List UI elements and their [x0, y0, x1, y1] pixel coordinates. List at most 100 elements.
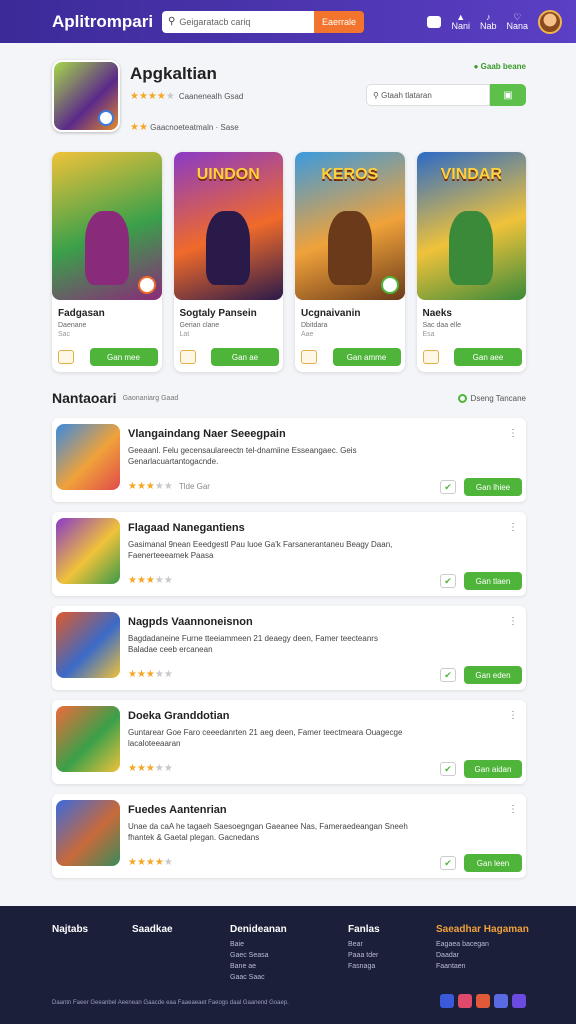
featured-card[interactable]: UINDON Sogtaly Pansein Gerian clane Lat Gan … [173, 152, 283, 372]
app-search-input[interactable]: ⚲ Gtaah tlataran [366, 84, 490, 106]
footer-heading: Fanlas [348, 924, 380, 935]
featured-subtitle: Daenane [58, 322, 87, 329]
section-filter[interactable]: Dseng Tancane [457, 393, 526, 403]
nav-item-notifications[interactable]: ▲ Nani [451, 12, 470, 31]
character-illustration [327, 211, 372, 286]
footer-link[interactable]: Paaa tder [348, 952, 380, 959]
featured-card[interactable]: KEROS Ucgnaivanin Dbitdara Aae Gan amme [295, 152, 405, 372]
more-options-icon[interactable]: ⋮ [508, 428, 518, 439]
featured-meta: Sac [58, 331, 71, 338]
instagram-icon[interactable] [458, 994, 472, 1008]
footer-link[interactable]: Gaac Saac [230, 974, 287, 981]
footer-link[interactable]: Eagaea bacegan [436, 941, 529, 948]
social-links [440, 994, 526, 1008]
game-rating: ★★★★★ [128, 857, 173, 868]
wishlist-toggle[interactable]: ✔ [440, 480, 456, 494]
global-search-button[interactable]: Eaerrale [314, 10, 364, 33]
list-item[interactable]: Doeka Granddotian Guntarear Goe Faro ceee… [52, 700, 526, 784]
footer-link[interactable]: Bear [348, 941, 380, 948]
footer-link[interactable]: Gaec Seasa [230, 952, 287, 959]
nav-item-favorites[interactable]: ♡ Nana [506, 12, 528, 31]
nav-item-music[interactable]: ♪ Nab [479, 12, 497, 31]
user-avatar[interactable] [538, 9, 562, 34]
list-item[interactable]: Nagpds Vaannoneisnon Bagdadaneine Furne t… [52, 606, 526, 690]
game-list: Vlangaindang Naer Seeegpain Geeaanl. Felu… [52, 418, 526, 888]
featured-card-art: UINDON [173, 152, 283, 300]
game-rating: ★★★★★ [128, 763, 173, 774]
app-rating: ★★★★★ Caanenealh Gsad [130, 91, 243, 102]
chat-icon[interactable] [427, 15, 442, 28]
get-button[interactable]: Gan tlaen [464, 572, 522, 590]
twitch-icon[interactable] [512, 994, 526, 1008]
get-button[interactable]: Gan aidan [464, 760, 522, 778]
app-search: ⚲ Gtaah tlataran ▣ [366, 84, 526, 106]
section-title: Nantaoari [52, 390, 117, 406]
developer-link[interactable]: ● Gaab beane [474, 62, 526, 71]
more-options-icon[interactable]: ⋮ [508, 522, 518, 533]
app-search-button[interactable]: ▣ [490, 84, 526, 106]
search-icon: ⚲ [168, 16, 176, 27]
app-icon [52, 60, 120, 132]
more-options-icon[interactable]: ⋮ [508, 616, 518, 627]
copyright-text: Daantn Faeer Geeanbel Aeenean Gaacde eaa… [52, 1000, 289, 1006]
get-button[interactable]: Gan leen [464, 854, 522, 872]
featured-card[interactable]: VINDAR Naeks Sac daa elle Esa Gan aee [416, 152, 526, 372]
featured-card-art: VINDAR [416, 152, 526, 300]
wishlist-toggle[interactable]: ✔ [440, 668, 456, 682]
game-name: Nagpds Vaannoneisnon [128, 616, 253, 628]
rating-stars: ★★★★★ [128, 669, 173, 680]
wishlist-toggle[interactable]: ✔ [440, 856, 456, 870]
list-item[interactable]: Fuedes Aantenrian Unae da caA he tagaeh S… [52, 794, 526, 878]
global-search-input[interactable]: ⚲ Geigaratacb cariq [162, 10, 314, 33]
featured-meta: Lat [179, 331, 190, 338]
featured-meta: Esa [422, 331, 435, 338]
get-button[interactable]: Gan lhiee [464, 478, 522, 496]
featured-title: Ucgnaivanin [301, 308, 361, 319]
character-illustration [449, 211, 494, 286]
youtube-icon[interactable] [476, 994, 490, 1008]
wishlist-toggle[interactable]: ✔ [440, 574, 456, 588]
featured-title: Naeks [422, 308, 452, 319]
wishlist-toggle[interactable]: ✔ [440, 762, 456, 776]
site-logo[interactable]: Aplitrompari [52, 12, 162, 32]
rating-stars: ★★★★★ [128, 575, 173, 586]
nav-item-label: Nani [451, 20, 470, 31]
app-meta: ★★ Gaacnoeteatmaln · Sase [130, 122, 239, 133]
game-icon [56, 706, 120, 772]
footer-column: Saadkae [132, 924, 173, 941]
app-header: Apgkaltian ★★★★★ Caanenealh Gsad ★★ Gaac… [52, 60, 526, 140]
global-search-placeholder: Geigaratacb cariq [179, 16, 251, 27]
game-name: Vlangaindang Naer Seeegpain [128, 428, 286, 440]
rating-text: Caanenealh Gsad [178, 92, 244, 101]
get-button[interactable]: Gan aee [454, 348, 522, 366]
list-item[interactable]: Vlangaindang Naer Seeegpain Geeaanl. Felu… [52, 418, 526, 502]
featured-actions: Gan ae [179, 348, 279, 366]
featured-title: Sogtaly Pansein [179, 308, 257, 319]
footer-link[interactable]: Fasnaga [348, 963, 380, 970]
get-button[interactable]: Gan amme [332, 348, 401, 366]
game-name: Doeka Granddotian [128, 710, 230, 722]
coin-icon [301, 350, 317, 364]
footer-heading: Denideanan [230, 924, 287, 935]
featured-banner-text: UINDON [196, 166, 260, 183]
get-button[interactable]: Gan eden [464, 666, 522, 684]
footer-link[interactable]: Baie [230, 941, 287, 948]
get-button[interactable]: Gan ae [211, 348, 279, 366]
coin-icon [58, 350, 74, 364]
footer-column: Saeadhar Hagaman Eagaea bacegan Daadar Faan… [436, 924, 529, 974]
footer-link[interactable]: Bane ae [230, 963, 287, 970]
game-description: Geeaanl. Felu gecensaulareectn tel-dnami… [128, 446, 357, 466]
get-button[interactable]: Gan mee [89, 348, 158, 366]
footer-link[interactable]: Daadar [436, 952, 529, 959]
discord-icon[interactable] [494, 994, 508, 1008]
facebook-icon[interactable] [440, 994, 454, 1008]
more-options-icon[interactable]: ⋮ [508, 710, 518, 721]
footer-link[interactable]: Faantaen [436, 963, 529, 970]
game-description: Gasimanal 9nean Eeedgestl Pau luoe Ga'k … [128, 540, 393, 560]
list-item[interactable]: Flagaad Nanegantiens Gasimanal 9nean Eeed… [52, 512, 526, 596]
nav-item-label: Nab [479, 20, 497, 31]
app-meta-text: Gaacnoeteatmaln · Sase [150, 123, 239, 132]
more-options-icon[interactable]: ⋮ [508, 804, 518, 815]
featured-card[interactable]: Fadgasan Daenane Sac Gan mee [52, 152, 162, 372]
footer-heading: Najtabs [52, 924, 89, 935]
